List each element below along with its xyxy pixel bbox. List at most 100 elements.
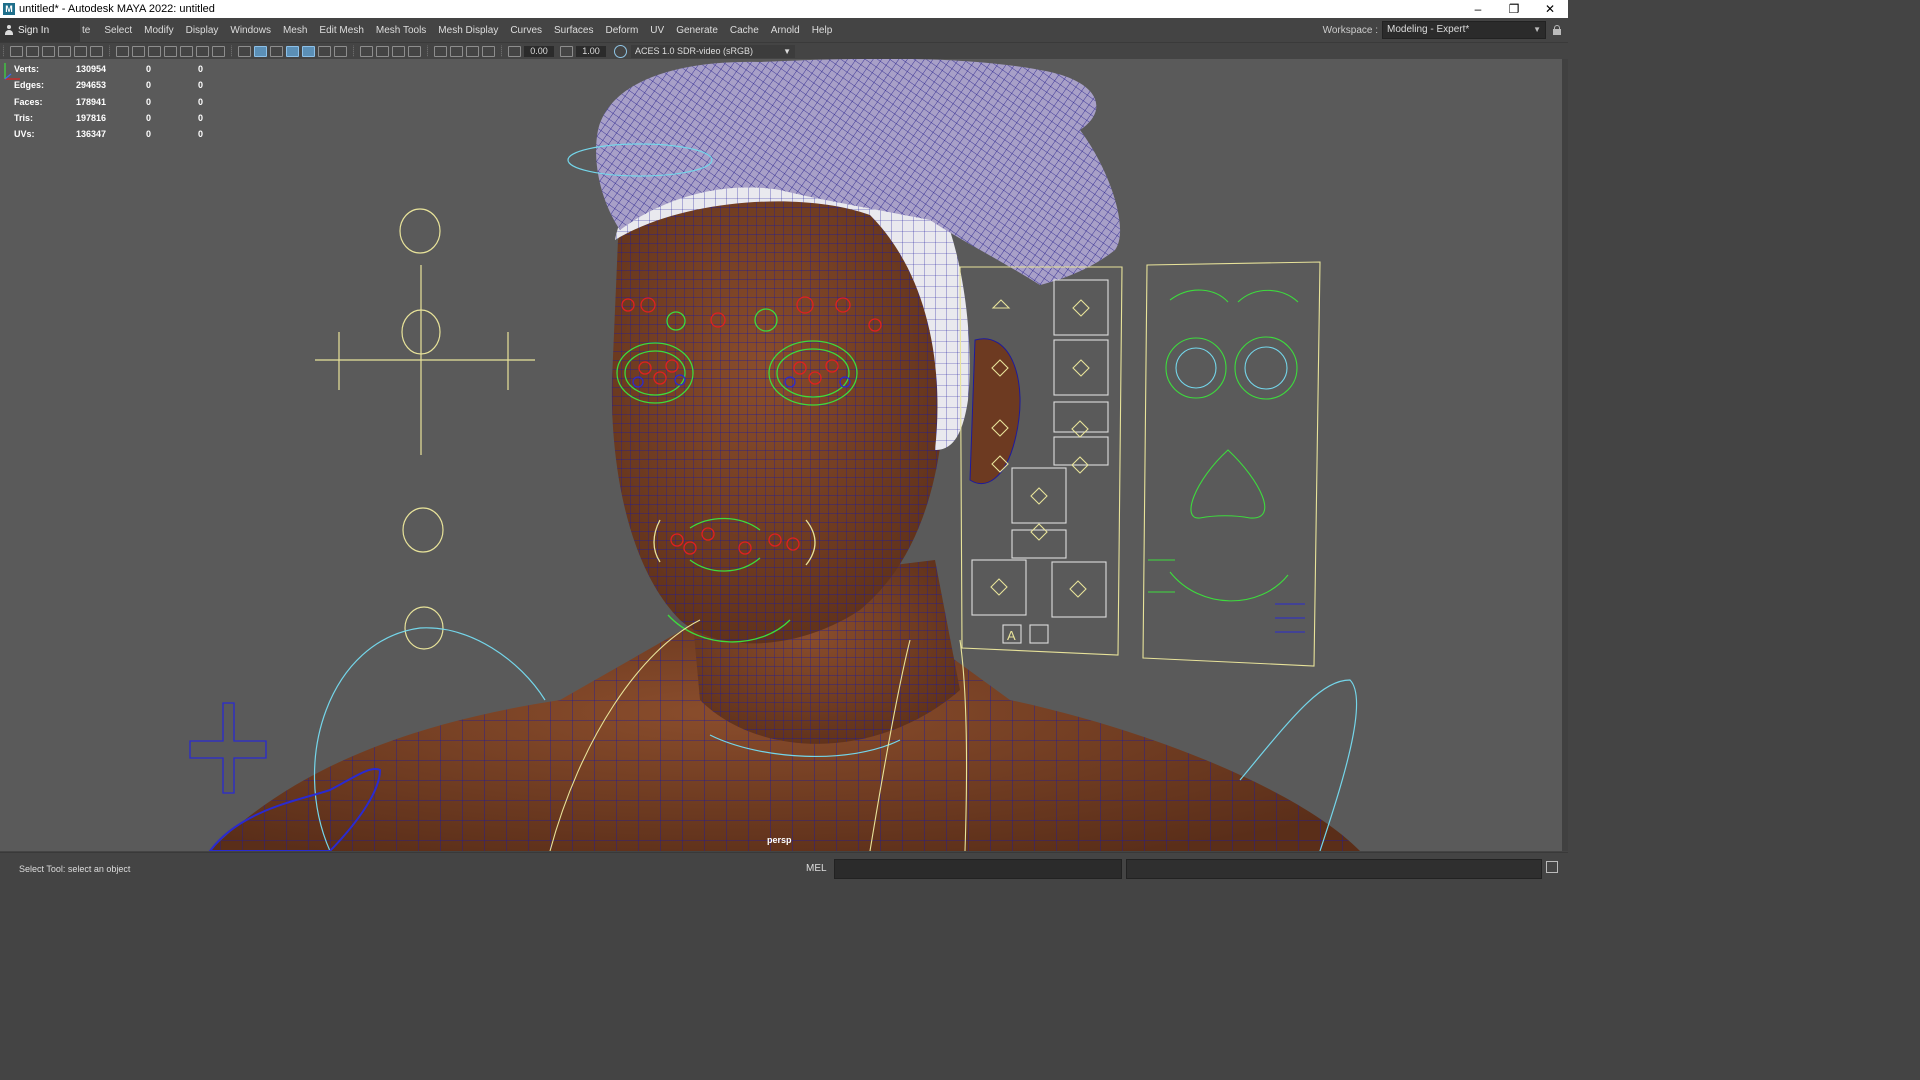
menu-surfaces[interactable]: Surfaces <box>548 25 599 36</box>
shadows-icon[interactable] <box>334 45 347 57</box>
safe-title-icon[interactable] <box>212 45 225 57</box>
menu-cache[interactable]: Cache <box>724 25 765 36</box>
workspace-dropdown[interactable]: Modeling - Expert* ▼ <box>1382 21 1546 39</box>
lights-icon[interactable] <box>318 45 331 57</box>
menu-generate[interactable]: Generate <box>670 25 724 36</box>
hud-value: 197816 <box>76 113 107 124</box>
wireframe-icon[interactable] <box>238 45 251 57</box>
toolbar-grip[interactable] <box>3 45 7 57</box>
color-space-dropdown[interactable]: ACES 1.0 SDR-video (sRGB) ▼ <box>631 44 795 58</box>
script-editor-icon[interactable] <box>1546 861 1558 873</box>
camera-attributes-icon[interactable] <box>26 45 39 57</box>
toolbar-separator <box>353 45 357 57</box>
menu-select[interactable]: Select <box>98 25 138 36</box>
gamma-field[interactable]: 1.00 <box>576 45 606 57</box>
safe-action-icon[interactable] <box>196 45 209 57</box>
film-gate-icon[interactable] <box>132 45 145 57</box>
camera-name: persp <box>767 835 792 845</box>
hud-value: 0 <box>146 96 152 107</box>
control-panel-letter: A <box>1007 628 1016 643</box>
hud-row-verts: Verts: 130954 0 0 <box>14 61 218 77</box>
menu-arnold[interactable]: Arnold <box>765 25 806 36</box>
mel-label[interactable]: MEL <box>806 863 827 874</box>
menu-mesh-tools[interactable]: Mesh Tools <box>370 25 432 36</box>
hud-row-uvs: UVs: 136347 0 0 <box>14 126 218 142</box>
xray-joints-icon[interactable] <box>466 45 479 57</box>
hud-value: 0 <box>146 129 152 140</box>
exposure-field[interactable]: 0.00 <box>524 45 554 57</box>
color-management-icon[interactable] <box>614 44 627 58</box>
restore-button[interactable]: ❐ <box>1496 0 1532 18</box>
menu-curves[interactable]: Curves <box>504 25 548 36</box>
chevron-down-icon: ▼ <box>783 46 791 56</box>
menu-edit-mesh[interactable]: Edit Mesh <box>313 25 369 36</box>
image-plane-icon[interactable] <box>58 45 71 57</box>
perspective-viewport[interactable]: A Verts: 130954 0 0 Edges: 294653 0 0 Fa… <box>0 59 1562 851</box>
toolbar-separator <box>501 45 505 57</box>
window-controls: – ❐ ✕ <box>1460 0 1568 18</box>
hud-value: 0 <box>198 64 204 75</box>
field-chart-icon[interactable] <box>180 45 193 57</box>
hud-value: 0 <box>198 113 204 124</box>
viewport-scene[interactable]: A <box>0 59 1562 851</box>
toolbar-separator <box>109 45 113 57</box>
grease-pencil-icon[interactable] <box>90 45 103 57</box>
ear-mesh[interactable] <box>969 338 1021 485</box>
facial-control-panel[interactable] <box>959 261 1321 667</box>
isolate-select-icon[interactable] <box>434 45 447 57</box>
xray-components-icon[interactable] <box>482 45 495 57</box>
gate-mask-icon[interactable] <box>164 45 177 57</box>
motion-blur-icon[interactable] <box>376 45 389 57</box>
color-space-selector[interactable]: ACES 1.0 SDR-video (sRGB) ▼ <box>614 44 795 58</box>
root-control[interactable] <box>189 702 267 794</box>
menu-uv[interactable]: UV <box>644 25 670 36</box>
menu-display[interactable]: Display <box>180 25 225 36</box>
screen-space-ao-icon[interactable] <box>360 45 373 57</box>
menu-bar: Sign In te Select Modify Display Windows… <box>0 18 1568 43</box>
menu-mesh[interactable]: Mesh <box>277 25 313 36</box>
viewport-edge-bar <box>1562 59 1568 851</box>
wireframe-on-shaded-icon[interactable] <box>286 45 299 57</box>
menu-windows[interactable]: Windows <box>224 25 277 36</box>
title-bar: M untitled* - Autodesk MAYA 2022: untitl… <box>0 0 1568 18</box>
menu-file-partial[interactable]: te <box>80 25 98 36</box>
head-control-gizmo[interactable] <box>315 208 535 650</box>
resolution-gate-icon[interactable] <box>148 45 161 57</box>
hud-value: 294653 <box>76 80 107 91</box>
maya-app-icon: M <box>3 3 15 15</box>
exposure-icon[interactable] <box>508 45 521 57</box>
menu-mesh-display[interactable]: Mesh Display <box>432 25 504 36</box>
panel-toolbar: 0.00 1.00 ACES 1.0 SDR-video (sRGB) ▼ <box>0 43 1568 59</box>
bookmark-icon[interactable] <box>42 45 55 57</box>
default-material-icon[interactable] <box>270 45 283 57</box>
anti-alias-icon[interactable] <box>392 45 405 57</box>
axis-gizmo-icon <box>4 63 20 80</box>
close-button[interactable]: ✕ <box>1532 0 1568 18</box>
command-line-input[interactable] <box>834 859 1122 879</box>
hud-row-faces: Faces: 178941 0 0 <box>14 94 218 110</box>
minimize-button[interactable]: – <box>1460 0 1496 18</box>
2d-pan-zoom-icon[interactable] <box>74 45 87 57</box>
depth-of-field-icon[interactable] <box>408 45 421 57</box>
workspace-label: Workspace : <box>1322 24 1378 36</box>
menu-help[interactable]: Help <box>806 25 839 36</box>
textured-icon[interactable] <box>302 45 315 57</box>
hud-value: 178941 <box>76 96 107 107</box>
hud-value: 136347 <box>76 129 107 140</box>
toolbar-separator <box>427 45 431 57</box>
poly-count-hud: Verts: 130954 0 0 Edges: 294653 0 0 Face… <box>14 61 218 142</box>
menu-modify[interactable]: Modify <box>138 25 179 36</box>
workspace-value: Modeling - Expert* <box>1387 24 1470 35</box>
smooth-shade-icon[interactable] <box>254 45 267 57</box>
window-title: untitled* - Autodesk MAYA 2022: untitled <box>19 3 215 15</box>
lock-icon[interactable] <box>1552 25 1562 35</box>
sign-in-button[interactable]: Sign In <box>0 18 80 42</box>
grid-icon[interactable] <box>116 45 129 57</box>
chevron-down-icon: ▼ <box>1533 25 1541 34</box>
menu-deform[interactable]: Deform <box>599 25 644 36</box>
help-line: Select Tool: select an object <box>19 864 131 874</box>
gamma-icon[interactable] <box>560 45 573 57</box>
xray-icon[interactable] <box>450 45 463 57</box>
camera-select-icon[interactable] <box>10 45 23 57</box>
hud-value: 0 <box>146 113 152 124</box>
